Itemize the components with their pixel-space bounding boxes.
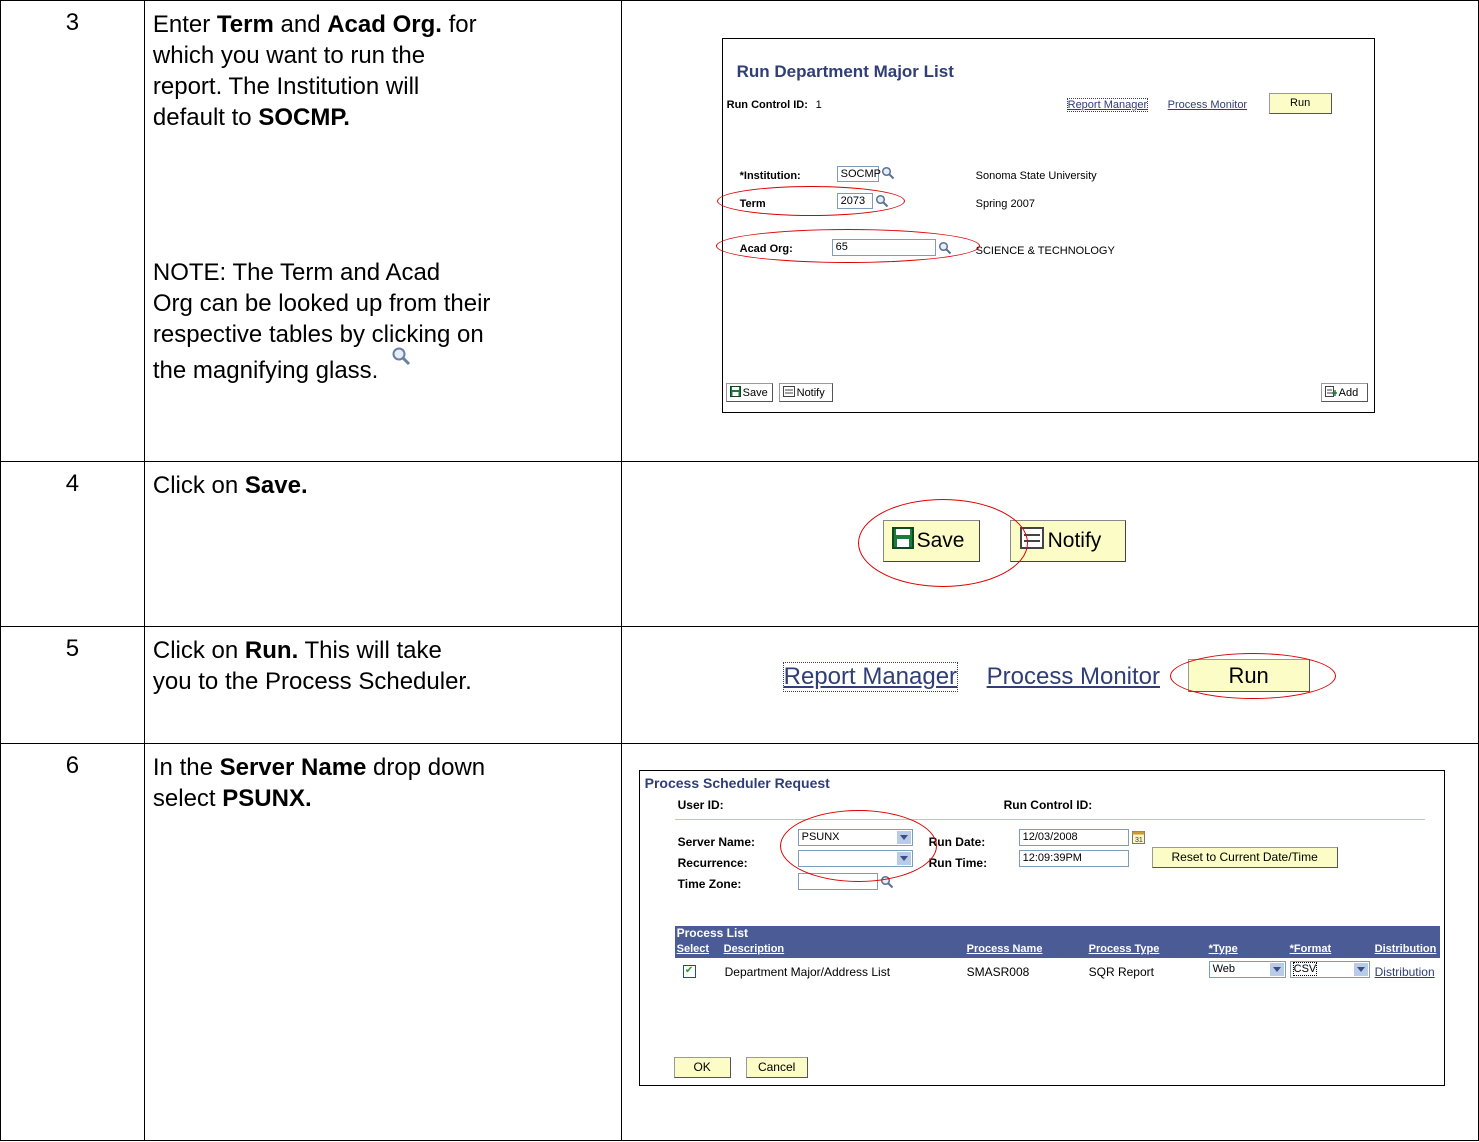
- term-label: Term: [739, 198, 766, 210]
- select-checkbox[interactable]: ✔: [682, 965, 696, 978]
- user-id-label: User ID:: [677, 798, 724, 812]
- notify-icon: [1019, 527, 1045, 555]
- notify-button[interactable]: Notify: [1009, 520, 1126, 562]
- chevron-down-icon[interactable]: [1269, 963, 1284, 976]
- save-icon: [729, 385, 741, 400]
- time-zone-field[interactable]: [797, 873, 878, 890]
- acad-org-label: Acad Org:: [739, 243, 793, 255]
- chevron-down-icon[interactable]: [896, 852, 911, 865]
- save-toolbar-button[interactable]: Save: [725, 383, 773, 402]
- process-list-columns: Select Description Process Name Process …: [674, 942, 1440, 958]
- run-time-field[interactable]: 12:09:39PM: [1018, 850, 1129, 867]
- step-number: 6: [0, 743, 145, 1141]
- report-manager-link[interactable]: Report Manager: [1066, 98, 1149, 112]
- run-control-label: Run Control ID:: [726, 99, 808, 111]
- server-name-highlight-ellipse: [779, 810, 937, 882]
- row-process-type: SQR Report: [1088, 965, 1154, 979]
- svg-text:31: 31: [1135, 837, 1143, 844]
- process-monitor-link[interactable]: Process Monitor: [987, 663, 1160, 691]
- term-lookup-icon[interactable]: [875, 194, 889, 208]
- cancel-button[interactable]: Cancel: [745, 1057, 808, 1078]
- notify-label: Notify: [796, 386, 825, 399]
- reset-to-current-date-time-button[interactable]: Reset to Current Date/Time: [1151, 847, 1338, 868]
- screenshot-run-bar: Report Manager Process Monitor Run: [620, 626, 1479, 744]
- page-title: Process Scheduler Request: [644, 775, 830, 791]
- add-icon: [1324, 385, 1337, 400]
- notify-label: Notify: [1047, 529, 1102, 552]
- row-process-name: SMASR008: [966, 965, 1030, 979]
- run-date-field[interactable]: 12/03/2008: [1018, 829, 1129, 846]
- column-header-distribution[interactable]: Distribution: [1375, 943, 1437, 955]
- column-header-format[interactable]: *Format: [1290, 943, 1332, 955]
- process-monitor-link[interactable]: Process Monitor: [1168, 99, 1247, 111]
- acad-org-field[interactable]: 65: [831, 239, 936, 256]
- institution-field[interactable]: SOCMP: [836, 166, 881, 182]
- term-description: Spring 2007: [975, 198, 1035, 210]
- institution-lookup-icon[interactable]: [881, 166, 895, 180]
- save-label: Save: [916, 529, 965, 552]
- step-instructions: Click on Run. This will take you to the …: [143, 626, 622, 744]
- save-label: Save: [742, 386, 768, 399]
- process-list-header: Process List: [674, 926, 1440, 942]
- save-button[interactable]: Save: [882, 520, 980, 562]
- column-header-type[interactable]: *Type: [1209, 943, 1238, 955]
- distribution-link[interactable]: Distribution: [1375, 965, 1435, 979]
- institution-label: *Institution:: [739, 170, 801, 182]
- run-department-major-list-page: Run Department Major List Run Control ID…: [715, 38, 1375, 413]
- time-zone-label: Time Zone:: [677, 877, 742, 891]
- type-value: Web: [1212, 963, 1236, 975]
- run-control-id-label: Run Control ID:: [1003, 798, 1093, 812]
- term-field[interactable]: 2073: [836, 193, 873, 209]
- step-instructions: Enter Term and Acad Org. for which you w…: [143, 0, 622, 462]
- run-time-label: Run Time:: [928, 856, 988, 870]
- magnifying-glass-icon: [391, 343, 411, 374]
- server-name-value: PSUNX: [801, 831, 840, 843]
- notify-icon: [782, 385, 795, 400]
- screenshot-save-notify: Save Notify: [620, 461, 1479, 627]
- page-title: Run Department Major List: [736, 62, 954, 81]
- column-header-select[interactable]: Select: [677, 943, 709, 955]
- column-header-process-name[interactable]: Process Name: [967, 943, 1043, 955]
- step-number: 4: [0, 461, 145, 627]
- format-value: CSV: [1292, 962, 1318, 976]
- report-manager-link[interactable]: Report Manager: [782, 662, 959, 692]
- format-select[interactable]: CSV: [1289, 961, 1370, 978]
- step-instructions: Click on Save.: [143, 461, 622, 627]
- step-instructions: In the Server Name drop down select PSUN…: [143, 743, 622, 1141]
- institution-description: Sonoma State University: [975, 170, 1097, 182]
- server-name-label: Server Name:: [677, 835, 756, 849]
- ok-button[interactable]: OK: [673, 1057, 731, 1078]
- step-number: 5: [0, 626, 145, 744]
- screenshot-run-dept-major-list: Run Department Major List Run Control ID…: [620, 0, 1479, 462]
- calendar-icon[interactable]: 31: [1131, 831, 1145, 849]
- process-scheduler-request-page: Process Scheduler Request User ID: Run C…: [638, 770, 1445, 1086]
- row-description: Department Major/Address List: [724, 965, 891, 979]
- type-select[interactable]: Web: [1208, 961, 1286, 978]
- time-zone-lookup-icon[interactable]: [880, 875, 894, 889]
- column-header-description[interactable]: Description: [724, 943, 785, 955]
- chevron-down-icon[interactable]: [1353, 963, 1368, 976]
- acad-org-description: SCIENCE & TECHNOLOGY: [975, 245, 1115, 257]
- chevron-down-icon[interactable]: [896, 831, 911, 844]
- run-button[interactable]: Run: [1268, 93, 1332, 114]
- server-name-select[interactable]: PSUNX: [797, 829, 913, 846]
- run-date-label: Run Date:: [928, 835, 986, 849]
- run-control-value: 1: [815, 99, 822, 111]
- recurrence-select[interactable]: [797, 850, 913, 867]
- step-number: 3: [0, 0, 145, 462]
- add-label: Add: [1338, 386, 1359, 399]
- screenshot-process-scheduler: Process Scheduler Request User ID: Run C…: [620, 743, 1479, 1141]
- add-toolbar-button[interactable]: Add: [1320, 383, 1368, 402]
- step-note-last: the magnifying glass.: [152, 357, 379, 384]
- run-button[interactable]: Run: [1187, 659, 1310, 692]
- column-header-process-type[interactable]: Process Type: [1089, 943, 1160, 955]
- header-divider: [674, 819, 1425, 820]
- instruction-table: 3 Enter Term and Acad Org. for which you…: [0, 0, 1479, 1141]
- save-icon: [891, 527, 914, 555]
- recurrence-label: Recurrence:: [677, 856, 748, 870]
- acad-org-lookup-icon[interactable]: [938, 241, 952, 255]
- notify-toolbar-button[interactable]: Notify: [778, 383, 833, 402]
